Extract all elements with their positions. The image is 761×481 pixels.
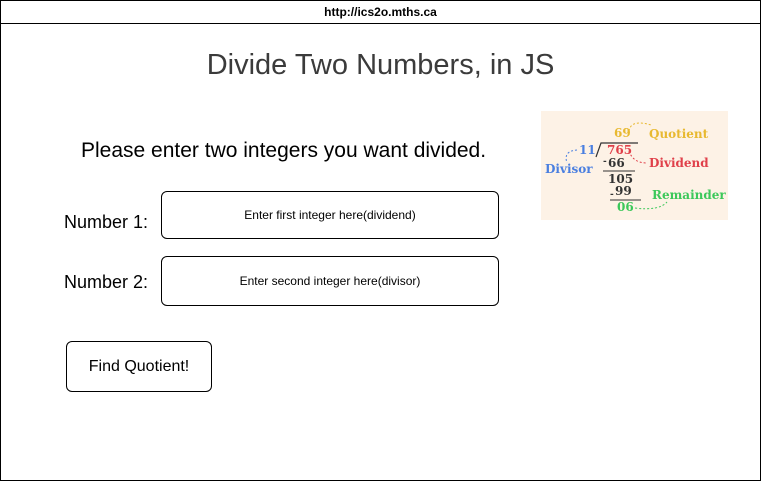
- page-title: Divide Two Numbers, in JS: [206, 49, 555, 81]
- minus-sign-1: -: [603, 157, 607, 167]
- divisor-label: Divisor: [545, 162, 593, 176]
- step1-value: 66: [608, 156, 625, 170]
- long-division-illustration: 69 Quotient 11 Divisor 765 Dividend - 66…: [545, 122, 726, 214]
- long-division-diagram: 69 Quotient 11 Divisor 765 Dividend - 66…: [541, 111, 728, 220]
- step3-value: 99: [615, 184, 632, 198]
- quotient-value: 69: [614, 126, 631, 140]
- remainder-label: Remainder: [652, 188, 726, 202]
- dividend-value: 765: [607, 143, 632, 157]
- divisor-input[interactable]: [161, 256, 499, 306]
- find-quotient-button[interactable]: Find Quotient!: [66, 341, 212, 392]
- remainder-value: 06: [617, 200, 634, 214]
- url-bar[interactable]: http://ics2o.mths.ca: [1, 1, 760, 24]
- number1-label: Number 1:: [64, 212, 149, 232]
- dividend-label: Dividend: [649, 156, 709, 170]
- number2-label: Number 2:: [64, 272, 149, 292]
- dividend-input[interactable]: [161, 191, 499, 239]
- divisor-value: 11: [579, 143, 596, 157]
- minus-sign-2: -: [610, 190, 614, 200]
- quotient-arrow: [628, 122, 652, 132]
- browser-window: http://ics2o.mths.ca Divide Two Numbers,…: [0, 0, 761, 481]
- instructions-text: Please enter two integers you want divid…: [81, 139, 487, 162]
- remainder-arrow: [634, 201, 668, 210]
- quotient-label: Quotient: [649, 127, 709, 141]
